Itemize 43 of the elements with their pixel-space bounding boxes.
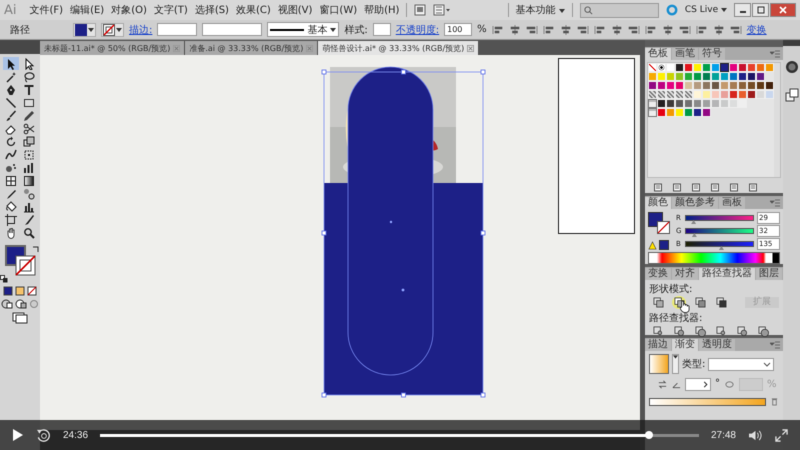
opacity-field[interactable]: 100 — [444, 23, 472, 36]
panel-tab[interactable]: 画板 — [719, 197, 745, 209]
workspace-switcher[interactable]: 基本功能 — [516, 3, 565, 17]
menu-item[interactable]: 文件(F) — [30, 3, 64, 17]
type-label: 类型: — [682, 358, 706, 371]
menu-item[interactable]: 文字(T) — [154, 3, 188, 17]
stroke-profile-dropdown[interactable]: 基本 — [267, 22, 340, 37]
panel-tab[interactable]: 画笔 — [672, 48, 698, 60]
transform-link[interactable]: 变换 — [746, 22, 767, 36]
panel-tab[interactable]: 符号 — [699, 48, 725, 60]
panel-tab[interactable]: 色板 — [645, 48, 671, 60]
panel-tab[interactable]: 颜色 — [645, 197, 671, 209]
cs-live-button[interactable]: CS Live — [684, 5, 727, 15]
duration: 27:48 — [710, 430, 736, 440]
menu-item[interactable]: 窗口(W) — [319, 3, 358, 17]
document-tab[interactable]: 未标题-11.ai* @ 50% (RGB/预览) — [40, 41, 184, 55]
panel-tab[interactable]: 描边 — [645, 339, 671, 351]
panel-tab[interactable]: 变换 — [645, 268, 671, 280]
location-unit: % — [767, 379, 777, 390]
panel-tab[interactable]: 颜色参考 — [672, 197, 718, 209]
document-tab[interactable]: 萌怪兽设计.ai* @ 33.33% (RGB/预览) — [318, 41, 478, 55]
panel-tab[interactable]: 对齐 — [672, 268, 698, 280]
menu-item[interactable]: 选择(S) — [194, 3, 229, 17]
angle-unit: ° — [715, 378, 720, 389]
panel-tab[interactable]: 渐变 — [672, 339, 698, 351]
menu-item[interactable]: 编辑(E) — [70, 3, 104, 17]
menu-item[interactable]: 对象(O) — [111, 3, 147, 17]
style-label: 样式: — [344, 24, 368, 36]
pathfinders-label: 路径查找器: — [649, 312, 702, 325]
document-tab[interactable]: 准备.ai @ 33.33% (RGB/预览) — [185, 41, 318, 55]
menu-item[interactable]: 效果(C) — [236, 3, 271, 17]
opacity-unit: % — [477, 24, 487, 35]
object-type-label: 路径 — [10, 24, 30, 36]
stroke-link[interactable]: 描边: — [129, 22, 152, 36]
menu-item[interactable]: 视图(V) — [278, 3, 312, 17]
current-time: 24:36 — [63, 430, 88, 440]
panel-tab[interactable]: 路径查找器 — [699, 268, 755, 280]
opacity-link[interactable]: 不透明度: — [396, 22, 440, 36]
menu-item[interactable]: 帮助(H) — [364, 3, 400, 17]
shape-modes-label: 形状模式: — [649, 282, 692, 296]
panel-tab[interactable]: 图层 — [756, 268, 782, 280]
panel-tab[interactable]: 透明度 — [699, 339, 735, 351]
app-logo: Ai — [4, 2, 17, 18]
